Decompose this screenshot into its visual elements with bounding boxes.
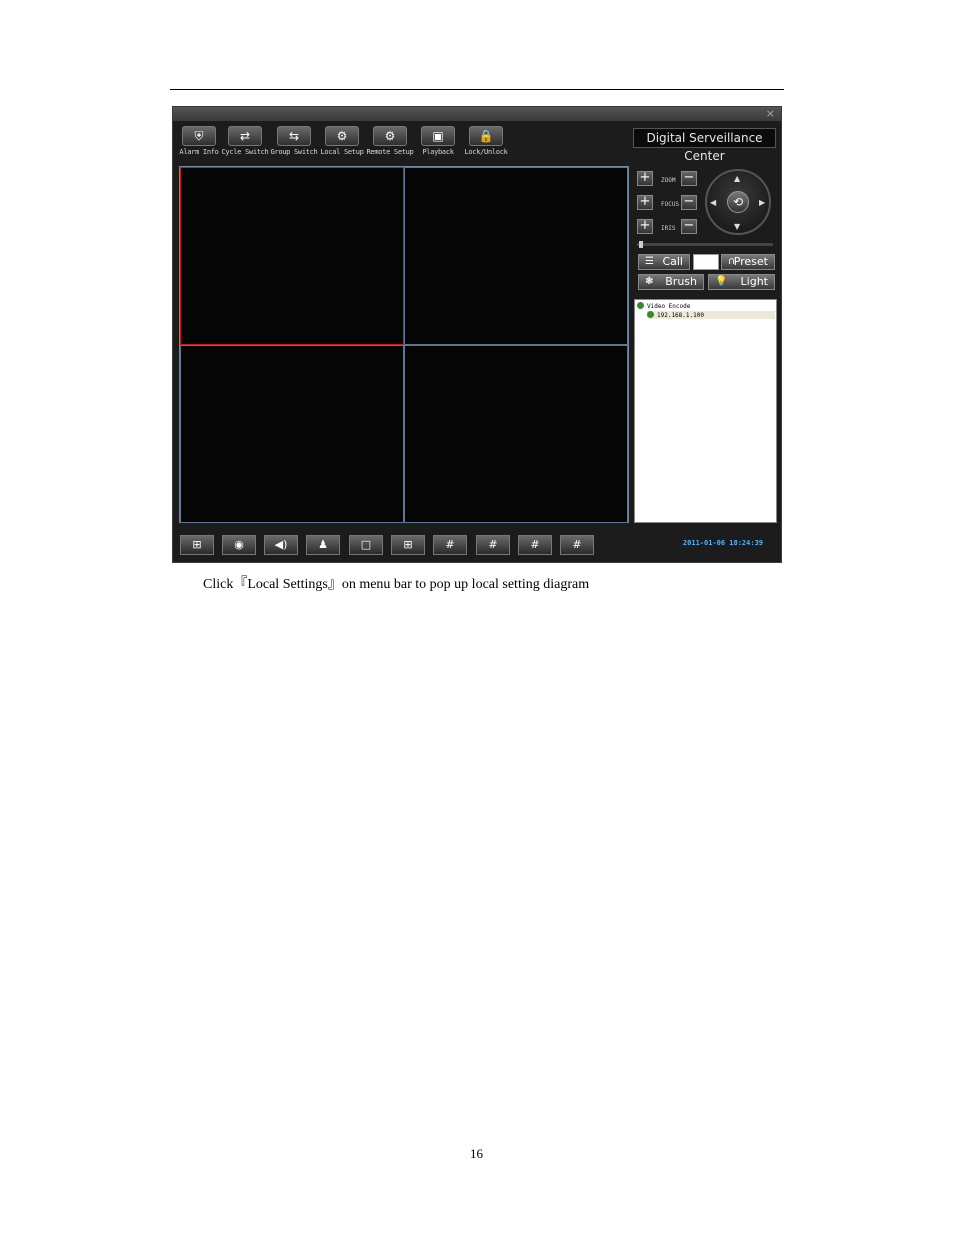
audio-button[interactable]: ◀) [264,535,298,555]
focus-minus-button[interactable]: − [681,195,697,210]
title-bar: × [173,107,781,121]
gear-icon: ⚙ [373,126,407,146]
preset-icon: ∩ [728,256,736,267]
figure-caption: Click『Local Settings』on menu bar to pop … [203,577,590,592]
call-label: Call [662,255,683,268]
shield-icon: ⛨ [182,126,216,146]
layout-1-button[interactable]: □ [349,535,383,555]
video-cell-3[interactable] [180,345,404,523]
video-cell-4[interactable] [404,345,628,523]
call-icon: ☰ [645,256,654,267]
header-rule [170,89,784,90]
zoom-minus-button[interactable]: − [681,171,697,186]
tree-device[interactable]: 192.168.1.100 [647,311,775,319]
ptz-down-icon[interactable]: ▼ [734,222,740,231]
encoder-icon [637,302,644,309]
toolbar-label: Group Switch [270,148,318,156]
brush-button[interactable]: ❃ Brush [638,274,704,290]
device-tree: Video Encode 192.168.1.100 [634,299,777,523]
iris-minus-button[interactable]: − [681,219,697,234]
ptz-right-icon[interactable]: ▶ [759,198,765,207]
video-grid [179,166,629,523]
ptz-direction-pad: ▲ ▼ ◀ ▶ ⟲ [705,169,771,235]
brush-icon: ❃ [645,276,654,287]
lock-icon: 🔒 [469,126,503,146]
video-cell-1[interactable] [180,167,404,345]
zoom-plus-button[interactable]: + [637,171,653,186]
tree-root[interactable]: Video Encode [637,302,690,310]
toolbar-label: Remote Setup [366,148,414,156]
focus-plus-button[interactable]: + [637,195,653,210]
preset-button[interactable]: ∩ Preset [721,254,775,270]
slider-knob[interactable] [639,241,643,248]
call-button[interactable]: ☰ Call [638,254,690,270]
toolbar-alarm-info-button[interactable]: ⛨ Alarm Info [175,126,223,160]
video-cell-2[interactable] [404,167,628,345]
brush-label: Brush [665,275,697,288]
light-label: Light [740,275,768,288]
toolbar-remote-setup-button[interactable]: ⚙ Remote Setup [366,126,414,160]
page-number: 16 [470,1146,483,1161]
record-button[interactable]: ⊞ [180,535,214,555]
datetime-display: 2011-01-06 18:24:39 [682,539,763,547]
toolbar-label: Cycle Switch [221,148,269,156]
light-button[interactable]: 💡 Light [708,274,775,290]
preset-number-input[interactable] [693,254,719,270]
layout-25-button[interactable]: # [518,535,552,555]
talk-button[interactable]: ♟ [306,535,340,555]
film-icon: ▣ [421,126,455,146]
toolbar-playback-button[interactable]: ▣ Playback [414,126,462,160]
layout-16-button[interactable]: # [476,535,510,555]
iris-label: IRIS [661,225,676,232]
dvr-client-window: × ⛨ Alarm Info ⇄ Cycle Switch ⇆ Group Sw… [172,106,782,563]
close-icon[interactable]: × [766,107,775,121]
layout-4-button[interactable]: ⊞ [391,535,425,555]
ptz-up-icon[interactable]: ▲ [734,174,740,183]
toolbar-label: Local Setup [320,148,364,156]
toolbar-cycle-switch-button[interactable]: ⇄ Cycle Switch [221,126,269,160]
camera-icon [647,311,654,318]
ptz-left-icon[interactable]: ◀ [710,198,716,207]
light-icon: 💡 [715,276,728,287]
toolbar-lock-unlock-button[interactable]: 🔒 Lock/Unlock [462,126,510,160]
toolbar-label: Alarm Info [179,148,219,156]
toolbar-local-setup-button[interactable]: ⚙ Local Setup [318,126,366,160]
toolbar-label: Lock/Unlock [464,148,508,156]
layout-9-button[interactable]: # [433,535,467,555]
ptz-speed-slider[interactable] [637,241,773,248]
iris-plus-button[interactable]: + [637,219,653,234]
preset-label: Preset [733,255,768,268]
group-switch-icon: ⇆ [277,126,311,146]
toolbar-group-switch-button[interactable]: ⇆ Group Switch [270,126,318,160]
zoom-label: ZOOM [661,177,676,184]
cycle-icon: ⇄ [228,126,262,146]
layout-36-button[interactable]: # [560,535,594,555]
snapshot-button[interactable]: ◉ [222,535,256,555]
brand-title: Digital Serveillance Center [633,128,776,163]
gear-icon: ⚙ [325,126,359,146]
toolbar-label: Playback [422,148,454,156]
ptz-panel: + ZOOM − + FOCUS − + IRIS − ▲ ▼ ◀ ▶ ⟲ [637,169,777,291]
focus-label: FOCUS [661,201,680,208]
ptz-auto-icon[interactable]: ⟲ [727,191,749,213]
